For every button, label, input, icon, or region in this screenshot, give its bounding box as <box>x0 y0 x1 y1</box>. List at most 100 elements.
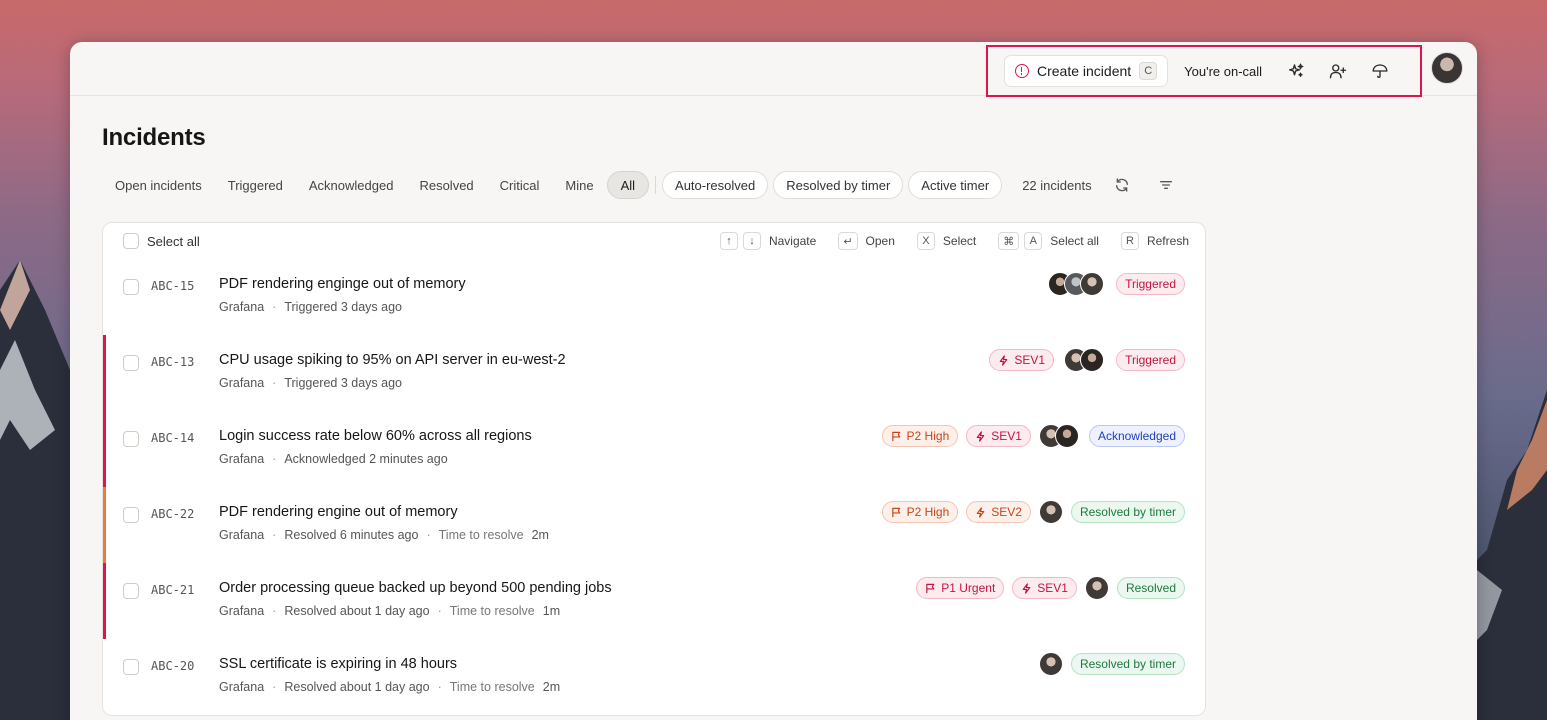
severity-badge[interactable]: SEV1 <box>989 349 1055 371</box>
filter-lines-icon <box>1159 181 1172 189</box>
incident-source: Grafana <box>219 604 265 618</box>
tab-resolved[interactable]: Resolved <box>406 171 486 199</box>
filter-resolved-by-timer[interactable]: Resolved by timer <box>773 171 904 199</box>
incident-status-text: Resolved about 1 day ago <box>284 680 430 694</box>
avatar <box>1038 500 1063 524</box>
row-checkbox[interactable] <box>123 583 139 599</box>
tab-triggered[interactable]: Triggered <box>215 171 296 199</box>
open-hint: Open <box>865 234 895 248</box>
assignee-avatars[interactable] <box>1038 652 1063 676</box>
status-badge[interactable]: Resolved by timer <box>1070 653 1185 675</box>
avatar <box>1080 348 1105 372</box>
page-title: Incidents <box>102 124 206 151</box>
row-checkbox[interactable] <box>123 355 139 371</box>
add-user-button[interactable] <box>1322 55 1354 87</box>
tab-acknowledged[interactable]: Acknowledged <box>296 171 407 199</box>
navigate-hint: Navigate <box>768 234 817 248</box>
priority-badge[interactable]: P1 Urgent <box>916 577 1005 599</box>
avatar <box>1038 652 1063 676</box>
tab-open-incidents[interactable]: Open incidents <box>102 171 215 199</box>
severity-stripe <box>103 335 106 411</box>
incident-title[interactable]: CPU usage spiking to 95% on API server i… <box>219 352 566 368</box>
priority-badge[interactable]: P2 High <box>881 425 959 447</box>
incident-row[interactable]: ABC-15 PDF rendering enginge out of memo… <box>103 259 1205 335</box>
time-to-resolve-label: Time to resolve <box>438 528 524 542</box>
severity-stripe <box>103 411 106 487</box>
tab-critical[interactable]: Critical <box>487 171 553 199</box>
assignee-avatars[interactable] <box>1084 576 1109 600</box>
severity-badge[interactable]: SEV2 <box>966 501 1031 523</box>
incident-row[interactable]: ABC-13 CPU usage spiking to 95% on API s… <box>103 335 1205 411</box>
row-checkbox[interactable] <box>123 279 139 295</box>
select-all-label[interactable]: Select all <box>147 234 200 249</box>
severity-stripe <box>103 563 106 639</box>
severity-label: SEV1 <box>1014 353 1046 367</box>
severity-label: SEV2 <box>991 505 1022 519</box>
incident-title[interactable]: Order processing queue backed up beyond … <box>219 580 612 596</box>
flag-icon <box>926 583 935 593</box>
incident-row[interactable]: ABC-22 PDF rendering engine out of memor… <box>103 487 1205 563</box>
oncall-status[interactable]: You're on-call <box>1184 64 1262 79</box>
app-window: Create incident C You're on-call Inciden… <box>70 42 1477 720</box>
incident-title[interactable]: PDF rendering engine out of memory <box>219 504 549 520</box>
incident-source: Grafana <box>219 680 265 694</box>
incident-title[interactable]: SSL certificate is expiring in 48 hours <box>219 656 560 672</box>
create-incident-shortcut: C <box>1139 62 1158 80</box>
incident-status-text: Triggered 3 days ago <box>284 300 403 314</box>
sparkles-button[interactable] <box>1280 55 1312 87</box>
incident-title[interactable]: Login success rate below 60% across all … <box>219 428 532 444</box>
assignee-avatars[interactable] <box>1048 272 1105 296</box>
umbrella-button[interactable] <box>1364 55 1396 87</box>
x-key: X <box>916 232 935 250</box>
status-badge[interactable]: Resolved <box>1116 577 1185 599</box>
incident-status-text: Resolved 6 minutes ago <box>284 528 419 542</box>
enter-key: ↵ <box>838 232 858 250</box>
flag-icon <box>891 507 900 517</box>
keyboard-shortcuts: ↑ ↓ Navigate ↵ Open X Select ⌘ A Select … <box>719 232 1189 250</box>
incident-row[interactable]: ABC-20 SSL certificate is expiring in 48… <box>103 639 1205 715</box>
status-badge[interactable]: Triggered <box>1116 349 1185 371</box>
filter-options-button[interactable] <box>1152 169 1180 201</box>
incident-id: ABC-20 <box>151 659 195 673</box>
severity-badge[interactable]: SEV1 <box>1012 577 1077 599</box>
create-incident-button[interactable]: Create incident C <box>1004 55 1169 87</box>
severity-label: SEV1 <box>1037 581 1068 595</box>
assignee-avatars[interactable] <box>1038 500 1063 524</box>
incident-row[interactable]: ABC-21 Order processing queue backed up … <box>103 563 1205 639</box>
row-checkbox[interactable] <box>123 659 139 675</box>
r-key: R <box>1120 232 1139 250</box>
refresh-button[interactable] <box>1108 169 1136 201</box>
priority-badge[interactable]: P2 High <box>881 501 959 523</box>
incident-status-text: Acknowledged 2 minutes ago <box>284 452 448 466</box>
assignee-avatars[interactable] <box>1038 424 1079 448</box>
time-to-resolve-value: 1m <box>542 604 561 618</box>
select-all-checkbox[interactable] <box>123 233 139 249</box>
row-checkbox[interactable] <box>123 431 139 447</box>
time-to-resolve-value: 2m <box>542 680 561 694</box>
bolt-icon <box>976 430 985 442</box>
create-incident-label: Create incident <box>1037 63 1132 79</box>
user-avatar[interactable] <box>1431 52 1463 84</box>
severity-stripe <box>103 487 106 563</box>
select-hint: Select <box>942 234 977 248</box>
bolt-icon <box>976 506 985 518</box>
incident-id: ABC-13 <box>151 355 195 369</box>
incident-title[interactable]: PDF rendering enginge out of memory <box>219 276 466 292</box>
priority-label: P1 Urgent <box>941 581 996 595</box>
assignee-avatars[interactable] <box>1064 348 1105 372</box>
severity-badge[interactable]: SEV1 <box>966 425 1031 447</box>
tab-all[interactable]: All <box>606 171 650 199</box>
status-badge[interactable]: Resolved by timer <box>1070 501 1185 523</box>
row-checkbox[interactable] <box>123 507 139 523</box>
filter-active-timer[interactable]: Active timer <box>908 171 1003 199</box>
refresh-hint: Refresh <box>1146 234 1189 248</box>
bolt-icon <box>1022 582 1031 594</box>
status-badge[interactable]: Acknowledged <box>1088 425 1185 447</box>
filter-auto-resolved[interactable]: Auto-resolved <box>662 171 769 199</box>
tab-mine[interactable]: Mine <box>552 171 606 199</box>
incident-source: Grafana <box>219 528 265 542</box>
incident-row[interactable]: ABC-14 Login success rate below 60% acro… <box>103 411 1205 487</box>
avatar <box>1054 424 1079 448</box>
status-badge[interactable]: Triggered <box>1116 273 1185 295</box>
a-key: A <box>1024 232 1043 250</box>
